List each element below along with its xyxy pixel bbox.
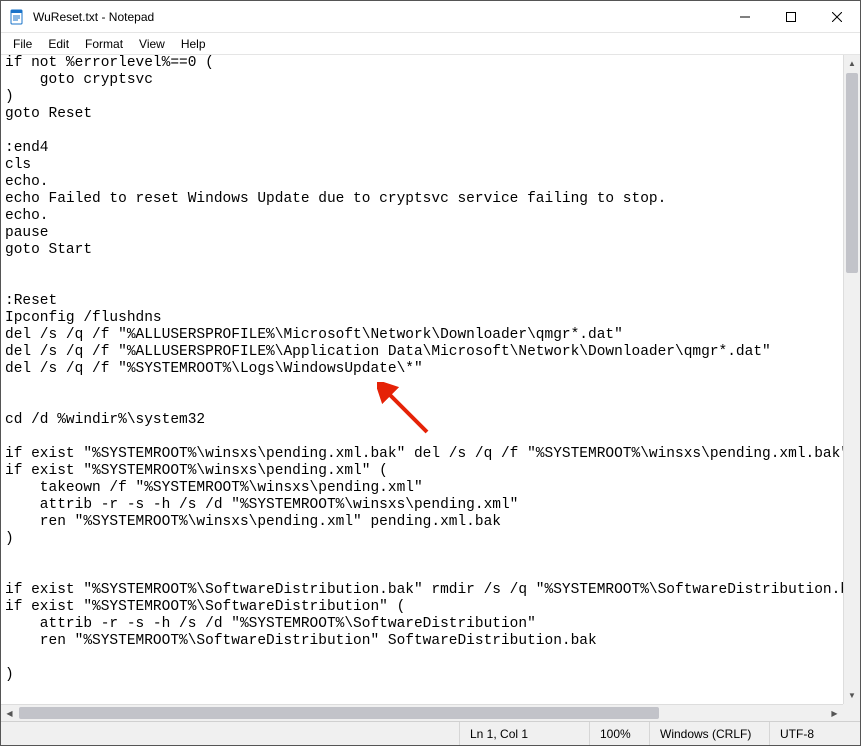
scroll-up-arrow-icon[interactable]: ▲ [844,55,860,72]
horizontal-scroll-thumb[interactable] [19,707,659,719]
editor-area: if not %errorlevel%==0 ( goto cryptsvc )… [1,55,860,721]
vertical-scrollbar[interactable]: ▲ ▼ [843,55,860,704]
status-encoding: UTF-8 [770,722,860,745]
menu-help[interactable]: Help [173,35,214,53]
menubar: File Edit Format View Help [1,33,860,55]
scroll-left-arrow-icon[interactable]: ◀ [1,705,18,721]
status-zoom: 100% [590,722,650,745]
window-controls [722,1,860,32]
status-line-endings: Windows (CRLF) [650,722,770,745]
statusbar: Ln 1, Col 1 100% Windows (CRLF) UTF-8 [1,721,860,745]
scroll-down-arrow-icon[interactable]: ▼ [844,687,860,704]
notepad-icon [9,9,25,25]
window-title: WuReset.txt - Notepad [33,10,722,24]
text-editor[interactable]: if not %errorlevel%==0 ( goto cryptsvc )… [1,55,843,704]
menu-edit[interactable]: Edit [40,35,77,53]
scroll-corner [843,704,860,721]
menu-format[interactable]: Format [77,35,131,53]
menu-file[interactable]: File [5,35,40,53]
minimize-button[interactable] [722,1,768,32]
maximize-button[interactable] [768,1,814,32]
vertical-scroll-thumb[interactable] [846,73,858,273]
menu-view[interactable]: View [131,35,173,53]
titlebar[interactable]: WuReset.txt - Notepad [1,1,860,33]
notepad-window: WuReset.txt - Notepad File Edit Format V… [0,0,861,746]
horizontal-scrollbar[interactable]: ◀ ▶ [1,704,843,721]
statusbar-spacer [1,722,460,745]
close-button[interactable] [814,1,860,32]
scroll-right-arrow-icon[interactable]: ▶ [826,705,843,721]
status-position: Ln 1, Col 1 [460,722,590,745]
